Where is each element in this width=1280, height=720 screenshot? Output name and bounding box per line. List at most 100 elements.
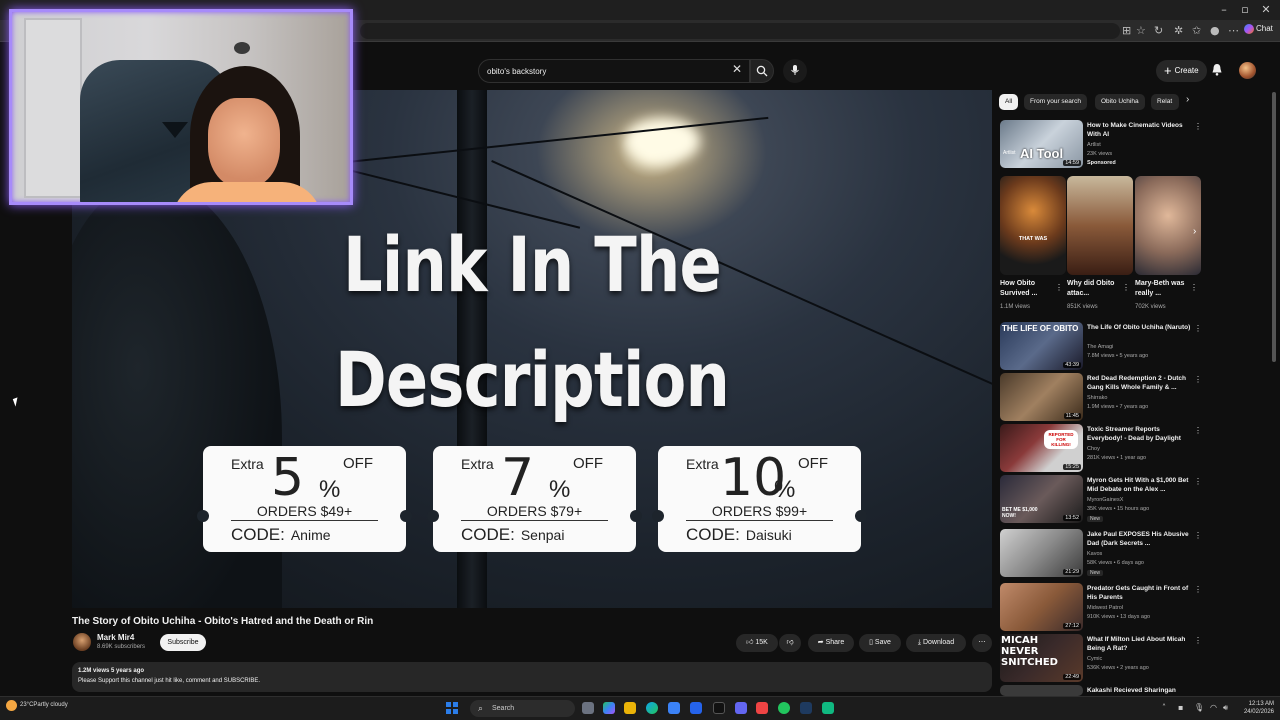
steam-icon[interactable] bbox=[800, 702, 812, 714]
dislike-button[interactable]: 👎︎ bbox=[779, 634, 801, 652]
related-title[interactable]: The Life Of Obito Uchiha (Naruto) bbox=[1087, 323, 1191, 332]
subscribe-button[interactable]: Subscribe bbox=[160, 634, 206, 651]
more-vertical-icon[interactable]: ⋮ bbox=[1194, 585, 1202, 594]
related-channel[interactable]: Shirrako bbox=[1087, 395, 1107, 401]
profile-icon[interactable]: ● bbox=[1210, 24, 1220, 37]
more-icon[interactable]: ⋯ bbox=[1228, 24, 1239, 37]
chip-from-your-search[interactable]: From your search bbox=[1024, 94, 1087, 110]
sponsored-title[interactable]: How to Make Cinematic Videos With AI bbox=[1087, 121, 1191, 139]
more-vertical-icon[interactable]: ⋮ bbox=[1194, 426, 1202, 435]
copilot-chat-button[interactable]: Chat bbox=[1244, 24, 1273, 34]
address-bar[interactable] bbox=[360, 23, 1120, 39]
taskbar-clock[interactable]: 12:13 AM 24/02/2026 bbox=[1238, 700, 1274, 716]
more-vertical-icon[interactable]: ⋮ bbox=[1194, 477, 1202, 486]
short-thumbnail[interactable]: THAT WAS bbox=[1000, 176, 1066, 275]
short-title[interactable]: How Obito Survived ... bbox=[1000, 279, 1054, 299]
short-thumbnail[interactable] bbox=[1135, 176, 1201, 275]
short-thumbnail[interactable] bbox=[1067, 176, 1133, 275]
more-actions-button[interactable]: ⋯ bbox=[972, 634, 992, 652]
related-title[interactable]: Toxic Streamer Reports Everybody! - Dead… bbox=[1087, 425, 1191, 443]
short-title[interactable]: Mary-Beth was really ... bbox=[1135, 279, 1189, 299]
star-icon[interactable]: ☆ bbox=[1136, 24, 1146, 37]
related-title[interactable]: Red Dead Redemption 2 - Dutch Gang Kills… bbox=[1087, 374, 1191, 392]
related-thumbnail[interactable]: THE LIFE OF OBITO 43:39 bbox=[1000, 322, 1083, 370]
clear-search-icon[interactable]: ✕ bbox=[732, 62, 742, 76]
related-thumbnail[interactable]: 27:12 bbox=[1000, 583, 1083, 631]
refresh-icon[interactable]: ↻ bbox=[1154, 24, 1163, 37]
app-icon[interactable] bbox=[822, 702, 834, 714]
more-vertical-icon[interactable]: ⋮ bbox=[1194, 122, 1202, 131]
channel-name[interactable]: Mark Mir4 bbox=[97, 633, 134, 642]
related-thumbnail[interactable]: 21:29 bbox=[1000, 529, 1083, 577]
sponsored-thumbnail[interactable]: Artlist AI Tool 14:59 bbox=[1000, 120, 1083, 168]
store-app-icon[interactable] bbox=[668, 702, 680, 714]
close-icon[interactable]: ✕ bbox=[1256, 3, 1276, 16]
search-button[interactable] bbox=[750, 59, 774, 83]
related-title[interactable]: Kakashi Recieved Sharingan bbox=[1087, 686, 1191, 695]
like-button[interactable]: 👍︎ 15K bbox=[736, 634, 778, 652]
more-vertical-icon[interactable]: ⋮ bbox=[1122, 283, 1130, 292]
maximize-icon[interactable]: ▫ bbox=[1235, 3, 1255, 16]
search-input[interactable]: obito's backstory bbox=[478, 59, 750, 83]
notifications-bell-icon[interactable] bbox=[1211, 63, 1223, 76]
copilot-app-icon[interactable] bbox=[603, 702, 615, 714]
windows-start-icon[interactable] bbox=[446, 702, 458, 714]
related-title[interactable]: Jake Paul EXPOSES His Abusive Dad (Dark … bbox=[1087, 530, 1191, 548]
related-title[interactable]: What If Milton Lied About Micah Being A … bbox=[1087, 635, 1191, 653]
chevron-right-icon[interactable]: › bbox=[1193, 226, 1196, 237]
coupon-code: CODE: Daisuki bbox=[686, 525, 792, 544]
puzzle-icon[interactable]: ✲ bbox=[1174, 24, 1183, 37]
related-channel[interactable]: Midwest Patrol bbox=[1087, 605, 1123, 611]
description-box[interactable]: 1.2M views 5 years ago Please Support th… bbox=[72, 662, 992, 692]
related-thumbnail[interactable] bbox=[1000, 685, 1083, 696]
voice-search-button[interactable] bbox=[783, 59, 807, 83]
app-icon[interactable] bbox=[713, 702, 725, 714]
minimize-icon[interactable]: – bbox=[1214, 3, 1234, 16]
weather-widget[interactable]: 23°CPartly cloudy bbox=[6, 700, 68, 711]
related-thumbnail[interactable]: REPORTED FOR KILLING! 15:25 bbox=[1000, 424, 1083, 472]
chip-obito-uchiha[interactable]: Obito Uchiha bbox=[1095, 94, 1145, 110]
related-title[interactable]: Predator Gets Caught in Front of His Par… bbox=[1087, 584, 1191, 602]
related-channel[interactable]: Choy bbox=[1087, 446, 1100, 452]
more-vertical-icon[interactable]: ⋮ bbox=[1194, 531, 1202, 540]
tray-mic-icon[interactable]: 🎙︎ bbox=[1194, 703, 1204, 712]
save-button[interactable]: ▯ Save bbox=[859, 634, 901, 652]
related-channel[interactable]: Kavos bbox=[1087, 551, 1102, 557]
short-title[interactable]: Why did Obito attac... bbox=[1067, 279, 1121, 299]
chip-related[interactable]: Relat bbox=[1151, 94, 1179, 110]
tray-app-icon[interactable]: ▪ bbox=[1178, 703, 1183, 712]
related-channel[interactable]: Cymic bbox=[1087, 656, 1102, 662]
discord-icon[interactable] bbox=[735, 702, 747, 714]
more-vertical-icon[interactable]: ⋮ bbox=[1194, 375, 1202, 384]
related-thumbnail[interactable]: BET ME $1,000 NOW! 13:52 bbox=[1000, 475, 1083, 523]
favorites-icon[interactable]: ✩ bbox=[1192, 24, 1201, 37]
chip-all[interactable]: All bbox=[999, 94, 1019, 110]
wifi-icon[interactable]: ◠ bbox=[1210, 703, 1217, 712]
download-button[interactable]: ⤓ Download bbox=[906, 634, 966, 652]
more-vertical-icon[interactable]: ⋮ bbox=[1055, 283, 1063, 292]
taskbar-search[interactable]: ⌕ Search bbox=[470, 700, 575, 717]
spotify-icon[interactable] bbox=[778, 702, 790, 714]
related-thumbnail[interactable]: MICAH NEVER SNITCHED 22:49 bbox=[1000, 634, 1083, 682]
related-channel[interactable]: The Amagi bbox=[1087, 344, 1113, 350]
more-vertical-icon[interactable]: ⋮ bbox=[1194, 324, 1202, 333]
file-explorer-icon[interactable] bbox=[624, 702, 636, 714]
account-avatar[interactable] bbox=[1239, 62, 1256, 79]
obs-app-icon[interactable] bbox=[756, 702, 768, 714]
create-button[interactable]: + Create bbox=[1156, 60, 1207, 82]
extensions-icon[interactable]: ⊞ bbox=[1122, 24, 1131, 37]
task-view-icon[interactable] bbox=[582, 702, 594, 714]
volume-icon[interactable]: 🔊︎ bbox=[1223, 703, 1228, 713]
related-thumbnail[interactable]: 11:45 bbox=[1000, 373, 1083, 421]
tray-chevron-up-icon[interactable]: ˄ bbox=[1162, 703, 1166, 712]
chevron-right-icon[interactable]: › bbox=[1186, 94, 1189, 105]
edge-browser-icon[interactable] bbox=[646, 702, 658, 714]
related-channel[interactable]: MyronGainesX bbox=[1087, 497, 1123, 503]
share-button[interactable]: ➦ Share bbox=[808, 634, 854, 652]
mail-app-icon[interactable] bbox=[690, 702, 702, 714]
more-vertical-icon[interactable]: ⋮ bbox=[1194, 636, 1202, 645]
related-title[interactable]: Myron Gets Hit With a $1,000 Bet Mid Deb… bbox=[1087, 476, 1191, 494]
channel-avatar[interactable] bbox=[73, 633, 91, 651]
more-vertical-icon[interactable]: ⋮ bbox=[1190, 283, 1198, 292]
scrollbar[interactable] bbox=[1272, 92, 1276, 362]
